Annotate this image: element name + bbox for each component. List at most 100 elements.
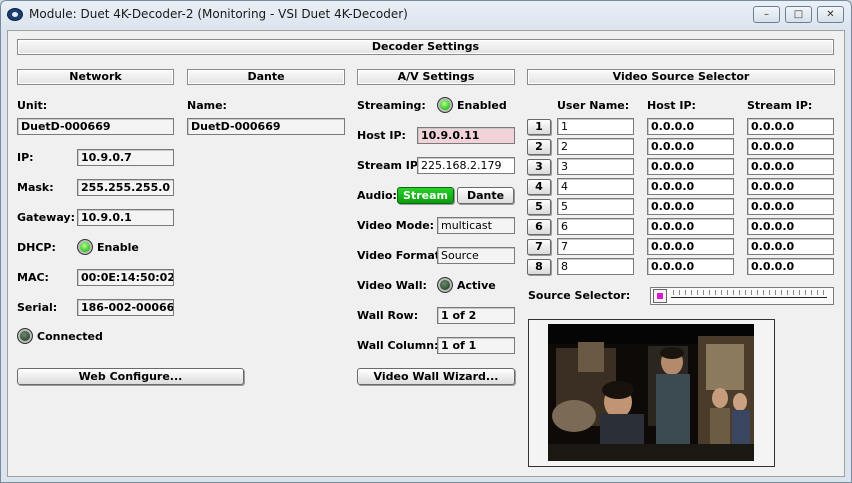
source-1-stream-ip-field[interactable]: 0.0.0.0 <box>747 118 834 135</box>
source-3-select-button[interactable]: 3 <box>527 159 551 175</box>
dhcp-label: DHCP: <box>17 241 56 254</box>
gateway-label: Gateway: <box>17 211 75 224</box>
slider-tick <box>691 290 692 295</box>
source-6-select-button[interactable]: 6 <box>527 219 551 235</box>
host-ip-field[interactable]: 10.9.0.11 <box>417 127 515 144</box>
slider-tick <box>685 290 686 295</box>
source-5-stream-ip-field[interactable]: 0.0.0.0 <box>747 198 834 215</box>
source-6-host-ip-field[interactable]: 0.0.0.0 <box>647 218 734 235</box>
mask-field: 255.255.255.0 <box>77 179 174 196</box>
slider-tick <box>673 290 674 295</box>
maximize-button[interactable]: □ <box>785 6 812 23</box>
unit-label: Unit: <box>17 99 48 112</box>
source-2-stream-ip-field[interactable]: 0.0.0.0 <box>747 138 834 155</box>
slider-tick <box>823 290 824 295</box>
source-4-stream-ip-field[interactable]: 0.0.0.0 <box>747 178 834 195</box>
source-3-host-ip-field[interactable]: 0.0.0.0 <box>647 158 734 175</box>
source-2-select-button[interactable]: 2 <box>527 139 551 155</box>
dante-header: Dante <box>187 69 345 85</box>
source-7-user-name-field[interactable]: 7 <box>557 238 634 255</box>
client-area: Decoder Settings Network Dante A/V Setti… <box>7 30 845 477</box>
slider-tick <box>787 290 788 295</box>
slider-thumb[interactable] <box>653 289 667 303</box>
source-6-user-name-field[interactable]: 6 <box>557 218 634 235</box>
source-7-host-ip-field[interactable]: 0.0.0.0 <box>647 238 734 255</box>
video-format-field: Source <box>437 247 515 264</box>
audio-stream-button[interactable]: Stream <box>397 187 454 204</box>
video-mode-label: Video Mode: <box>357 219 435 232</box>
slider-tick <box>727 290 728 295</box>
source-1-host-ip-field[interactable]: 0.0.0.0 <box>647 118 734 135</box>
dante-name-field: DuetD-000669 <box>187 118 345 135</box>
slider-track <box>671 297 827 298</box>
source-7-select-button[interactable]: 7 <box>527 239 551 255</box>
slider-tick <box>751 290 752 295</box>
slider-tick <box>697 290 698 295</box>
dante-name-label: Name: <box>187 99 227 112</box>
source-3-user-name-field[interactable]: 3 <box>557 158 634 175</box>
source-5-user-name-field[interactable]: 5 <box>557 198 634 215</box>
video-wall-wizard-button[interactable]: Video Wall Wizard... <box>357 368 515 385</box>
col-host-ip-header: Host IP: <box>647 99 696 112</box>
wall-column-label: Wall Column: <box>357 339 439 352</box>
source-8-user-name-field[interactable]: 8 <box>557 258 634 275</box>
source-2-user-name-field[interactable]: 2 <box>557 138 634 155</box>
source-7-stream-ip-field[interactable]: 0.0.0.0 <box>747 238 834 255</box>
slider-tick <box>745 290 746 295</box>
av-settings-header: A/V Settings <box>357 69 515 85</box>
slider-tick <box>763 290 764 295</box>
slider-tick <box>715 290 716 295</box>
source-2-host-ip-field[interactable]: 0.0.0.0 <box>647 138 734 155</box>
slider-tick <box>679 290 680 295</box>
slider-tick <box>739 290 740 295</box>
source-4-select-button[interactable]: 4 <box>527 179 551 195</box>
streaming-label: Streaming: <box>357 99 426 112</box>
minimize-button[interactable]: – <box>753 6 780 23</box>
app-eye-icon <box>7 8 23 21</box>
source-4-user-name-field[interactable]: 4 <box>557 178 634 195</box>
source-8-select-button[interactable]: 8 <box>527 259 551 275</box>
col-user-name-header: User Name: <box>557 99 630 112</box>
decoder-settings-header: Decoder Settings <box>17 39 834 55</box>
network-header: Network <box>17 69 174 85</box>
source-selector-slider[interactable] <box>650 287 834 305</box>
serial-label: Serial: <box>17 301 58 314</box>
window-title: Module: Duet 4K-Decoder-2 (Monitoring - … <box>29 7 408 21</box>
source-1-select-button[interactable]: 1 <box>527 119 551 135</box>
slider-tick <box>781 290 782 295</box>
video-wall-label: Video Wall: <box>357 279 427 292</box>
source-5-host-ip-field[interactable]: 0.0.0.0 <box>647 198 734 215</box>
source-8-stream-ip-field[interactable]: 0.0.0.0 <box>747 258 834 275</box>
source-8-host-ip-field[interactable]: 0.0.0.0 <box>647 258 734 275</box>
close-button[interactable]: ✕ <box>817 6 844 23</box>
ip-label: IP: <box>17 151 34 164</box>
slider-tick <box>793 290 794 295</box>
mac-label: MAC: <box>17 271 49 284</box>
web-configure-button[interactable]: Web Configure... <box>17 368 244 385</box>
video-mode-field: multicast <box>437 217 515 234</box>
video-preview-image <box>548 324 754 461</box>
video-format-label: Video Format: <box>357 249 445 262</box>
source-4-host-ip-field[interactable]: 0.0.0.0 <box>647 178 734 195</box>
connected-led-icon <box>17 328 33 344</box>
module-window: Module: Duet 4K-Decoder-2 (Monitoring - … <box>0 0 852 483</box>
source-selector-label: Source Selector: <box>528 289 631 302</box>
col-stream-ip-header: Stream IP: <box>747 99 813 112</box>
video-source-selector-header: Video Source Selector <box>527 69 835 85</box>
video-wall-status: Active <box>457 279 496 292</box>
slider-tick <box>733 290 734 295</box>
dhcp-status: Enable <box>97 241 139 254</box>
audio-label: Audio: <box>357 189 397 202</box>
slider-tick <box>757 290 758 295</box>
source-6-stream-ip-field[interactable]: 0.0.0.0 <box>747 218 834 235</box>
wall-row-label: Wall Row: <box>357 309 419 322</box>
serial-field: 186-002-000669 <box>77 299 174 316</box>
source-5-select-button[interactable]: 5 <box>527 199 551 215</box>
source-1-user-name-field[interactable]: 1 <box>557 118 634 135</box>
video-preview <box>548 324 754 461</box>
audio-dante-button[interactable]: Dante <box>457 187 514 204</box>
wall-row-field: 1 of 2 <box>437 307 515 324</box>
stream-ip-field[interactable]: 225.168.2.179 <box>417 157 515 174</box>
source-3-stream-ip-field[interactable]: 0.0.0.0 <box>747 158 834 175</box>
title-bar[interactable]: Module: Duet 4K-Decoder-2 (Monitoring - … <box>1 1 851 29</box>
